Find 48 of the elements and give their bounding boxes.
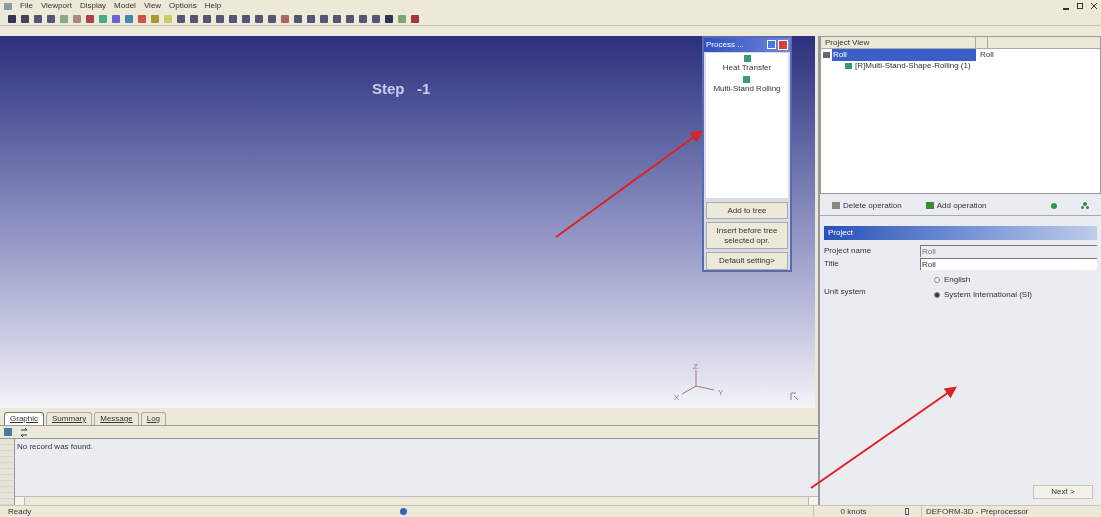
section-header: Project	[824, 226, 1097, 240]
rotate-icon[interactable]	[790, 392, 799, 401]
tree-item[interactable]: [R]Multi-Stand-Shape-Rolling (1)	[854, 59, 972, 72]
dialog-button[interactable]: Insert before tree selected opr.	[706, 222, 788, 250]
horizontal-scrollbar[interactable]	[15, 496, 818, 505]
axis-triad-drawing: Z X Y	[672, 362, 736, 402]
delete-operation-button[interactable]: Delete operation	[832, 199, 902, 212]
status-app-name: DEFORM-3D - Preprocessor	[921, 505, 1101, 517]
close-icon[interactable]	[1091, 3, 1097, 9]
status-text: Ready	[7, 505, 33, 517]
output-tab[interactable]: Log	[140, 412, 167, 425]
refresh-icon[interactable]	[20, 427, 28, 437]
dialog-button[interactable]: Add to tree	[706, 201, 788, 220]
document-icon	[905, 508, 909, 515]
dialog-button[interactable]: Default setting>	[706, 252, 788, 270]
knots-count: 0 knots	[813, 505, 893, 517]
menu-item[interactable]: Options	[169, 0, 197, 12]
process-item[interactable]: Heat Transfer	[722, 61, 772, 74]
output-tab[interactable]: Message	[94, 412, 139, 425]
field-label: Title	[824, 258, 840, 270]
radio-option[interactable]: System International (SI)	[934, 289, 1033, 301]
text-field[interactable]: Roll	[920, 258, 1097, 270]
dialog-title: Process ...	[706, 38, 745, 51]
radio-button[interactable]	[934, 292, 940, 298]
restore-icon[interactable]	[1077, 3, 1083, 9]
app-icon	[4, 2, 12, 10]
help-icon[interactable]	[767, 40, 776, 50]
next-button[interactable]: Next >	[1033, 485, 1093, 499]
menu-item[interactable]: Viewport	[40, 0, 72, 12]
menu-item[interactable]: Model	[114, 0, 136, 12]
process-item[interactable]: Multi-Stand Rolling	[713, 82, 781, 95]
menu-item[interactable]: File	[20, 0, 33, 12]
add-operation-button[interactable]: Add operation	[925, 199, 987, 212]
field-label: Unit system	[824, 286, 867, 298]
output-tab[interactable]: Graphic	[4, 412, 44, 425]
field-label: Project name	[824, 245, 873, 257]
tree-item-value: Roll	[979, 48, 994, 61]
output-tab[interactable]: Summary	[46, 412, 93, 425]
radio-option[interactable]: English	[934, 274, 1033, 286]
info-icon	[400, 508, 407, 515]
row-gutter	[0, 439, 14, 505]
menu-item[interactable]: Display	[79, 0, 107, 12]
tree-icon[interactable]	[1081, 202, 1089, 209]
radio-button[interactable]	[934, 277, 940, 283]
step-label: Step -1	[372, 79, 431, 99]
menu-item[interactable]: Help	[204, 0, 222, 12]
log-message: No record was found.	[16, 441, 95, 453]
menu-item[interactable]: View	[143, 0, 162, 12]
